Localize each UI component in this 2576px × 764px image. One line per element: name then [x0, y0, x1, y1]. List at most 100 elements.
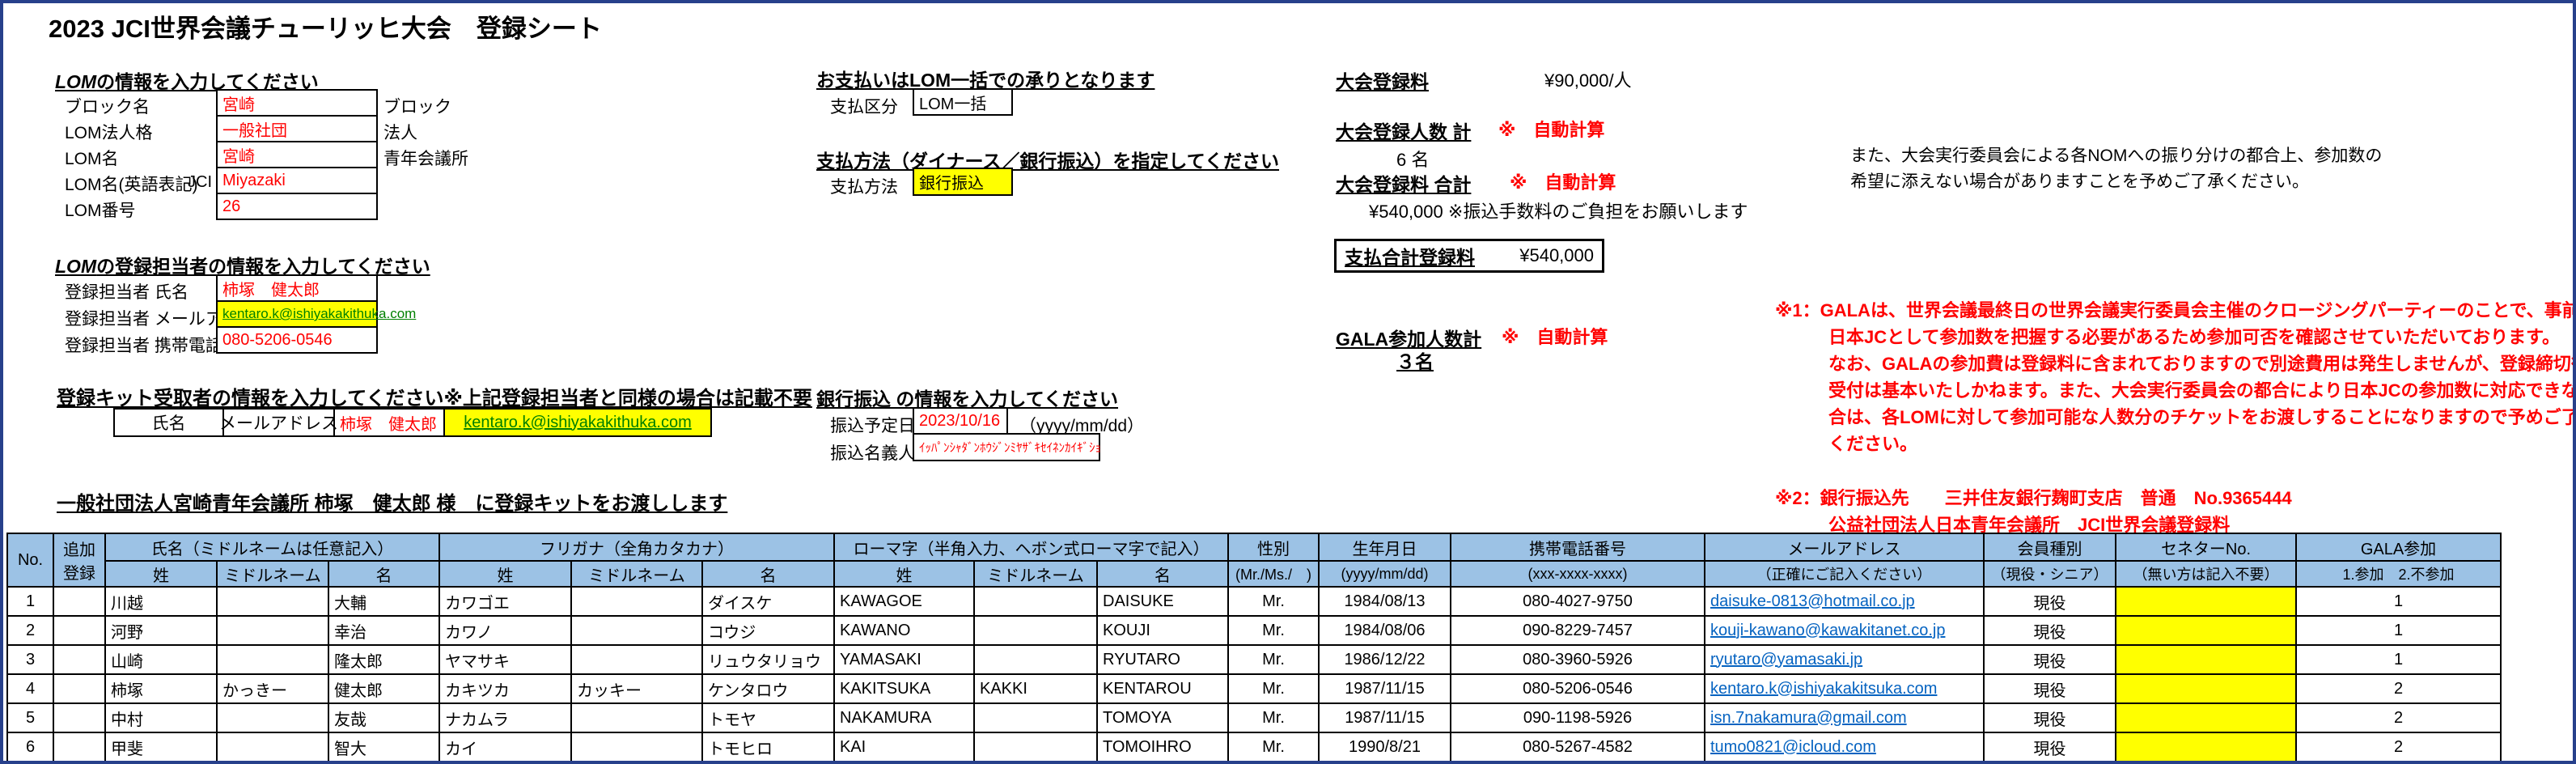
name-sei-cell[interactable]: 中村	[105, 703, 217, 732]
email-cell[interactable]: daisuke-0813@hotmail.co.jp	[1705, 587, 1984, 616]
kana-mei-cell[interactable]: ケンタロウ	[702, 674, 834, 703]
senator-no-cell[interactable]	[2116, 616, 2296, 645]
email-cell[interactable]: kouji-kawano@kawakitanet.co.jp	[1705, 616, 1984, 645]
senator-no-cell[interactable]	[2116, 587, 2296, 616]
payment-category-input[interactable]: LOM一括	[913, 88, 1013, 116]
kana-mei-cell[interactable]: トモヤ	[702, 703, 834, 732]
name-middle-cell[interactable]	[217, 587, 328, 616]
block-name-input[interactable]: 宮崎	[216, 89, 378, 117]
member-type-cell[interactable]: 現役	[1984, 587, 2116, 616]
kit-email-input[interactable]: kentaro.k@ishiyakakithuka.com	[443, 408, 712, 437]
kana-sei-cell[interactable]: カイ	[439, 732, 571, 762]
name-mei-cell[interactable]: 幸治	[328, 616, 439, 645]
gender-cell[interactable]: Mr.	[1228, 703, 1319, 732]
name-mei-cell[interactable]: 智大	[328, 732, 439, 762]
name-middle-cell[interactable]: かっきー	[217, 674, 328, 703]
payment-method-input[interactable]: 銀行振込	[913, 168, 1013, 196]
kana-middle-cell[interactable]: カッキー	[571, 674, 702, 703]
gender-cell[interactable]: Mr.	[1228, 616, 1319, 645]
gender-cell[interactable]: Mr.	[1228, 732, 1319, 762]
roman-middle-cell[interactable]	[974, 703, 1097, 732]
roman-mei-cell[interactable]: TOMOIHRO	[1097, 732, 1228, 762]
add-reg-cell[interactable]	[53, 674, 105, 703]
member-type-cell[interactable]: 現役	[1984, 703, 2116, 732]
gala-cell[interactable]: 2	[2296, 732, 2501, 762]
roman-mei-cell[interactable]: DAISUKE	[1097, 587, 1228, 616]
add-reg-cell[interactable]	[53, 645, 105, 674]
roman-mei-cell[interactable]: KENTAROU	[1097, 674, 1228, 703]
email-cell[interactable]: kentaro.k@ishiyakakitsuka.com	[1705, 674, 1984, 703]
birthdate-cell[interactable]: 1984/08/13	[1319, 587, 1451, 616]
add-reg-cell[interactable]	[53, 703, 105, 732]
name-sei-cell[interactable]: 甲斐	[105, 732, 217, 762]
gender-cell[interactable]: Mr.	[1228, 587, 1319, 616]
name-sei-cell[interactable]: 山崎	[105, 645, 217, 674]
senator-no-cell[interactable]	[2116, 674, 2296, 703]
roman-middle-cell[interactable]: KAKKI	[974, 674, 1097, 703]
name-sei-cell[interactable]: 河野	[105, 616, 217, 645]
name-mei-cell[interactable]: 友哉	[328, 703, 439, 732]
roman-middle-cell[interactable]	[974, 732, 1097, 762]
kana-sei-cell[interactable]: カワノ	[439, 616, 571, 645]
contact-email-link[interactable]: kentaro.k@ishiyakakithuka.com	[222, 306, 416, 322]
roman-sei-cell[interactable]: YAMASAKI	[834, 645, 974, 674]
kana-middle-cell[interactable]	[571, 703, 702, 732]
senator-no-cell[interactable]	[2116, 703, 2296, 732]
lom-name-en-input[interactable]: Miyazaki	[216, 167, 378, 194]
transfer-payer-input[interactable]: ｲｯﾊﾟﾝｼｬﾀﾞﾝﾎｳｼﾞﾝﾐﾔｻﾞｷｾｲﾈﾝｶｲｷﾞｼｮ	[913, 433, 1100, 461]
kana-middle-cell[interactable]	[571, 645, 702, 674]
lom-number-input[interactable]: 26	[216, 193, 378, 220]
gender-cell[interactable]: Mr.	[1228, 645, 1319, 674]
senator-no-cell[interactable]	[2116, 645, 2296, 674]
lom-name-input[interactable]: 宮崎	[216, 141, 378, 168]
email-cell[interactable]: ryutaro@yamasaki.jp	[1705, 645, 1984, 674]
roman-mei-cell[interactable]: RYUTARO	[1097, 645, 1228, 674]
email-cell[interactable]: isn.7nakamura@gmail.com	[1705, 703, 1984, 732]
lom-corp-type-input[interactable]: 一般社団	[216, 115, 378, 142]
roman-sei-cell[interactable]: NAKAMURA	[834, 703, 974, 732]
name-mei-cell[interactable]: 健太郎	[328, 674, 439, 703]
phone-cell[interactable]: 090-8229-7457	[1451, 616, 1705, 645]
gala-cell[interactable]: 1	[2296, 645, 2501, 674]
gender-cell[interactable]: Mr.	[1228, 674, 1319, 703]
name-sei-cell[interactable]: 柿塚	[105, 674, 217, 703]
roman-sei-cell[interactable]: KAKITSUKA	[834, 674, 974, 703]
kit-name-input[interactable]: 柿塚 健太郎	[333, 408, 445, 437]
kana-sei-cell[interactable]: カキツカ	[439, 674, 571, 703]
roman-middle-cell[interactable]	[974, 645, 1097, 674]
name-sei-cell[interactable]: 川越	[105, 587, 217, 616]
name-mei-cell[interactable]: 隆太郎	[328, 645, 439, 674]
senator-no-cell[interactable]	[2116, 732, 2296, 762]
phone-cell[interactable]: 080-5206-0546	[1451, 674, 1705, 703]
birthdate-cell[interactable]: 1987/11/15	[1319, 703, 1451, 732]
kana-middle-cell[interactable]	[571, 587, 702, 616]
phone-cell[interactable]: 080-3960-5926	[1451, 645, 1705, 674]
gala-cell[interactable]: 2	[2296, 674, 2501, 703]
name-middle-cell[interactable]	[217, 645, 328, 674]
roman-sei-cell[interactable]: KAWANO	[834, 616, 974, 645]
member-type-cell[interactable]: 現役	[1984, 616, 2116, 645]
kana-mei-cell[interactable]: コウジ	[702, 616, 834, 645]
kana-mei-cell[interactable]: ダイスケ	[702, 587, 834, 616]
birthdate-cell[interactable]: 1984/08/06	[1319, 616, 1451, 645]
gala-cell[interactable]: 1	[2296, 616, 2501, 645]
roman-middle-cell[interactable]	[974, 616, 1097, 645]
birthdate-cell[interactable]: 1990/8/21	[1319, 732, 1451, 762]
roman-mei-cell[interactable]: KOUJI	[1097, 616, 1228, 645]
kana-middle-cell[interactable]	[571, 616, 702, 645]
transfer-date-input[interactable]: 2023/10/16	[913, 407, 1008, 435]
email-cell[interactable]: tumo0821@icloud.com	[1705, 732, 1984, 762]
phone-cell[interactable]: 080-4027-9750	[1451, 587, 1705, 616]
contact-name-input[interactable]: 柿塚 健太郎	[216, 274, 378, 302]
roman-sei-cell[interactable]: KAWAGOE	[834, 587, 974, 616]
member-type-cell[interactable]: 現役	[1984, 732, 2116, 762]
roman-middle-cell[interactable]	[974, 587, 1097, 616]
roman-sei-cell[interactable]: KAI	[834, 732, 974, 762]
kana-sei-cell[interactable]: ナカムラ	[439, 703, 571, 732]
birthdate-cell[interactable]: 1987/11/15	[1319, 674, 1451, 703]
add-reg-cell[interactable]	[53, 732, 105, 762]
add-reg-cell[interactable]	[53, 616, 105, 645]
name-mei-cell[interactable]: 大輔	[328, 587, 439, 616]
name-middle-cell[interactable]	[217, 703, 328, 732]
kana-mei-cell[interactable]: リュウタリョウ	[702, 645, 834, 674]
